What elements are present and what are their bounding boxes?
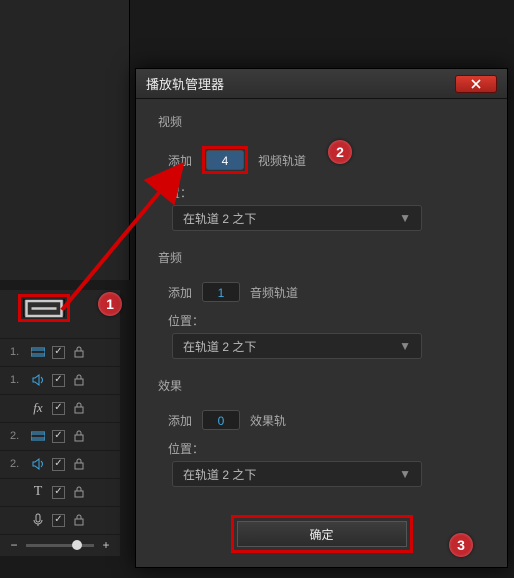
effect-track-suffix: 效果轨 (250, 412, 286, 429)
dropdown-value: 在轨道 2 之下 (183, 466, 256, 483)
title-track-icon: T (30, 484, 46, 500)
marker-3: 3 (449, 533, 473, 557)
track-row[interactable] (0, 506, 120, 534)
audio-track-icon (30, 456, 46, 472)
visibility-checkbox[interactable] (52, 346, 65, 359)
track-manager-dialog: 播放轨管理器 视频 添加 4 视频轨道 2 置： 在轨道 2 之下 ▼ (135, 68, 508, 568)
dropdown-value: 在轨道 2 之下 (183, 210, 256, 227)
position-label: 位置： (168, 440, 485, 457)
track-row[interactable]: 2. (0, 422, 120, 450)
visibility-checkbox[interactable] (52, 458, 65, 471)
position-label: 置： (168, 184, 485, 201)
track-row[interactable]: 1. (0, 338, 120, 366)
lock-icon[interactable] (71, 344, 87, 360)
visibility-checkbox[interactable] (52, 374, 65, 387)
chevron-down-icon: ▼ (399, 211, 411, 225)
visibility-checkbox[interactable] (52, 514, 65, 527)
zoom-in-icon[interactable]: + (100, 539, 112, 551)
add-label: 添加 (168, 284, 192, 301)
effect-count-input[interactable]: 0 (202, 410, 240, 430)
add-label: 添加 (168, 412, 192, 429)
track-number: 2. (10, 458, 24, 470)
dropdown-value: 在轨道 2 之下 (183, 338, 256, 355)
zoom-slider[interactable] (26, 544, 94, 547)
track-row[interactable]: T (0, 478, 120, 506)
audio-track-icon (30, 372, 46, 388)
visibility-checkbox[interactable] (52, 402, 65, 415)
zoom-slider-row: − + (0, 534, 120, 556)
video-count-input[interactable]: 4 (206, 150, 244, 170)
marker-2: 2 (328, 140, 352, 164)
video-track-suffix: 视频轨道 (258, 152, 306, 169)
close-button[interactable] (455, 75, 497, 93)
video-track-icon (30, 344, 46, 360)
track-number: 2. (10, 430, 24, 442)
zoom-out-icon[interactable]: − (8, 539, 20, 551)
video-position-dropdown[interactable]: 在轨道 2 之下 ▼ (172, 205, 422, 231)
track-row[interactable]: 2. (0, 450, 120, 478)
voice-track-icon (30, 512, 46, 528)
ok-button[interactable]: 确定 (237, 521, 407, 547)
audio-track-suffix: 音频轨道 (250, 284, 298, 301)
track-row[interactable]: 1. (0, 366, 120, 394)
dialog-title: 播放轨管理器 (146, 74, 224, 93)
audio-position-dropdown[interactable]: 在轨道 2 之下 ▼ (172, 333, 422, 359)
chevron-down-icon: ▼ (399, 339, 411, 353)
lock-icon[interactable] (71, 456, 87, 472)
audio-count-input[interactable]: 1 (202, 282, 240, 302)
add-label: 添加 (168, 152, 192, 169)
add-track-button[interactable] (23, 299, 65, 317)
track-number: 1. (10, 374, 24, 386)
video-section-title: 视频 (158, 113, 485, 130)
visibility-checkbox[interactable] (52, 486, 65, 499)
audio-section-title: 音频 (158, 249, 485, 266)
fx-track-icon: fx (30, 400, 46, 416)
lock-icon[interactable] (71, 400, 87, 416)
track-number: 1. (10, 346, 24, 358)
video-track-icon (30, 428, 46, 444)
effect-section-title: 效果 (158, 377, 485, 394)
marker-1: 1 (98, 292, 122, 316)
chevron-down-icon: ▼ (399, 467, 411, 481)
lock-icon[interactable] (71, 484, 87, 500)
lock-icon[interactable] (71, 428, 87, 444)
effect-position-dropdown[interactable]: 在轨道 2 之下 ▼ (172, 461, 422, 487)
lock-icon[interactable] (71, 372, 87, 388)
position-label: 位置： (168, 312, 485, 329)
track-row[interactable]: fx (0, 394, 120, 422)
visibility-checkbox[interactable] (52, 430, 65, 443)
lock-icon[interactable] (71, 512, 87, 528)
